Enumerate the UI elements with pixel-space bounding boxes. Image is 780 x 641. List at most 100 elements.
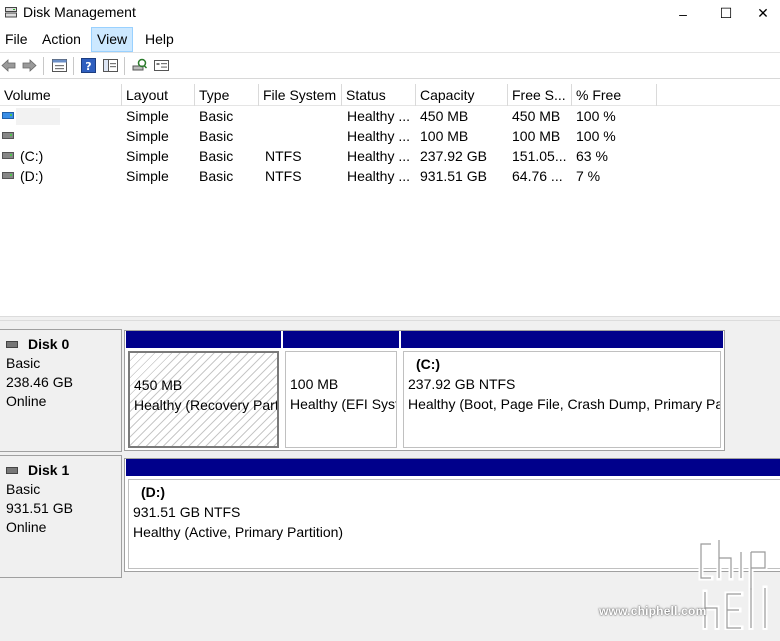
cell-file-system: NTFS: [265, 168, 302, 184]
back-icon[interactable]: [0, 57, 17, 74]
partition-status: Healthy (EFI System Partition): [290, 396, 396, 412]
cell-percent-free: 7 %: [576, 168, 601, 184]
partition-body: (D:) 931.51 GB NTFS Healthy (Active, Pri…: [128, 479, 780, 569]
svg-text:?: ?: [85, 60, 91, 73]
disk-management-app-icon: [5, 7, 17, 18]
cell-percent-free: 100 %: [576, 128, 616, 144]
menu-action[interactable]: Action: [37, 27, 86, 52]
volume-icon: [2, 112, 14, 119]
disk-icon: [6, 467, 18, 474]
disk-name: Disk 0: [28, 336, 70, 352]
disk-status: Online: [6, 393, 47, 409]
partition-efi[interactable]: 100 MB Healthy (EFI System Partition): [283, 331, 399, 450]
cell-layout: Simple: [126, 108, 169, 124]
cell-capacity: 931.51 GB: [420, 168, 487, 184]
window-title: Disk Management: [23, 4, 136, 20]
forward-icon[interactable]: [21, 57, 38, 74]
volume-list: Volume Layout Type File System Status Ca…: [0, 80, 780, 316]
disk-list-icon[interactable]: [153, 57, 170, 74]
cell-capacity: 237.92 GB: [420, 148, 487, 164]
menu-help[interactable]: Help: [140, 27, 179, 52]
volume-name-redacted: [16, 108, 60, 125]
close-button[interactable]: ✕: [746, 0, 780, 27]
partition-size: 931.51 GB NTFS: [133, 504, 241, 520]
menu-bar: File Action View Help: [0, 27, 780, 52]
cell-type: Basic: [199, 108, 234, 124]
disk-status: Online: [6, 519, 47, 535]
cell-percent-free: 63 %: [576, 148, 608, 164]
column-capacity[interactable]: Capacity: [416, 84, 508, 106]
disk-name: Disk 1: [28, 462, 70, 478]
volume-row[interactable]: (C:) Simple Basic NTFS Healthy ... 237.9…: [0, 146, 780, 166]
column-type[interactable]: Type: [195, 84, 259, 106]
disk-graphical-view: Disk 0 Basic 238.46 GB Online 450 MB Hea…: [0, 321, 780, 641]
disk-0-label[interactable]: Disk 0 Basic 238.46 GB Online: [0, 329, 122, 452]
column-volume[interactable]: Volume: [0, 84, 122, 106]
partition-header: [283, 331, 399, 348]
disk-0-partitions: 450 MB Healthy (Recovery Partition) 100 …: [124, 330, 725, 451]
rescan-icon[interactable]: [131, 57, 148, 74]
maximize-button[interactable]: ☐: [703, 0, 749, 27]
cell-status: Healthy ...: [347, 108, 411, 124]
console-icon[interactable]: [102, 57, 119, 74]
partition-status: Healthy (Recovery Partition): [134, 397, 279, 413]
partition-body: 450 MB Healthy (Recovery Partition): [128, 351, 279, 448]
cell-free-space: 100 MB: [512, 128, 561, 144]
partition-header: [126, 331, 281, 348]
cell-file-system: NTFS: [265, 148, 302, 164]
chiphell-logo: [698, 538, 768, 630]
cell-type: Basic: [199, 168, 234, 184]
volume-row[interactable]: Simple Basic Healthy ... 100 MB 100 MB 1…: [0, 126, 780, 146]
column-free-space[interactable]: Free S...: [508, 84, 572, 106]
cell-status: Healthy ...: [347, 128, 411, 144]
disk-type: Basic: [6, 355, 41, 371]
column-percent-free[interactable]: % Free: [572, 84, 657, 106]
minimize-button[interactable]: –: [660, 0, 706, 27]
title-bar: Disk Management – ☐ ✕: [0, 0, 780, 27]
help-icon[interactable]: ?: [80, 57, 97, 74]
volume-icon: [2, 172, 14, 179]
cell-capacity: 450 MB: [420, 108, 469, 124]
toolbar-separator: [124, 57, 125, 75]
partition-status: Healthy (Active, Primary Partition): [133, 524, 344, 540]
toolbar-separator: [43, 57, 44, 75]
cell-volume: (D:): [20, 168, 44, 184]
partition-d[interactable]: (D:) 931.51 GB NTFS Healthy (Active, Pri…: [126, 459, 780, 571]
partition-recovery[interactable]: 450 MB Healthy (Recovery Partition): [126, 331, 281, 450]
volume-icon: [2, 132, 14, 139]
close-icon: ✕: [757, 5, 769, 21]
cell-layout: Simple: [126, 128, 169, 144]
menu-file[interactable]: File: [0, 27, 33, 52]
cell-percent-free: 100 %: [576, 108, 616, 124]
properties-icon[interactable]: [51, 57, 68, 74]
disk-icon: [6, 341, 18, 348]
cell-layout: Simple: [126, 168, 169, 184]
partition-header: [401, 331, 723, 348]
toolbar: ?: [0, 52, 780, 79]
cell-type: Basic: [199, 128, 234, 144]
disk-size: 931.51 GB: [6, 500, 73, 516]
column-status[interactable]: Status: [342, 84, 416, 106]
cell-free-space: 64.76 ...: [512, 168, 563, 184]
cell-free-space: 151.05...: [512, 148, 567, 164]
cell-type: Basic: [199, 148, 234, 164]
cell-status: Healthy ...: [347, 168, 411, 184]
volume-row[interactable]: Simple Basic Healthy ... 450 MB 450 MB 1…: [0, 106, 780, 126]
volume-icon: [2, 152, 14, 159]
column-layout[interactable]: Layout: [122, 84, 195, 106]
disk-size: 238.46 GB: [6, 374, 73, 390]
toolbar-separator: [73, 57, 74, 75]
watermark-text: www.chiphell.com: [599, 604, 707, 618]
maximize-icon: ☐: [719, 5, 733, 21]
disk-1-partitions: (D:) 931.51 GB NTFS Healthy (Active, Pri…: [124, 458, 780, 572]
column-file-system[interactable]: File System: [259, 84, 342, 106]
volume-row[interactable]: (D:) Simple Basic NTFS Healthy ... 931.5…: [0, 166, 780, 186]
menu-view[interactable]: View: [91, 27, 134, 52]
partition-body: (C:) 237.92 GB NTFS Healthy (Boot, Page …: [403, 351, 721, 448]
partition-status: Healthy (Boot, Page File, Crash Dump, Pr…: [408, 396, 720, 412]
partition-header: [126, 459, 780, 476]
disk-1-label[interactable]: Disk 1 Basic 931.51 GB Online: [0, 455, 122, 578]
minimize-icon: –: [679, 5, 687, 22]
partition-c[interactable]: (C:) 237.92 GB NTFS Healthy (Boot, Page …: [401, 331, 723, 450]
partition-size: 450 MB: [134, 377, 183, 393]
